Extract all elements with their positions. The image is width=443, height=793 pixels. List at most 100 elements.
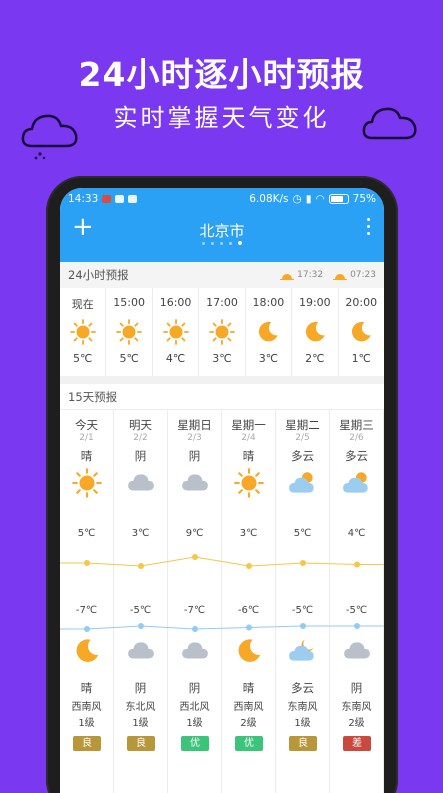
daily-wind: 东北风: [125, 702, 156, 713]
daily-low-label: -7℃: [183, 605, 206, 616]
hourly-item: 16:00 4℃: [153, 288, 200, 376]
wechat-icon-2: [128, 195, 138, 203]
sun-icon: [71, 468, 102, 498]
daily-condition: 阴: [188, 449, 201, 463]
daily-wind: 西南风: [71, 702, 102, 713]
sunset-icon: [333, 274, 348, 280]
status-time: 14:33: [68, 193, 99, 205]
hourly-item: 20:00 1℃: [339, 288, 384, 376]
moon-icon: [352, 321, 371, 342]
page-indicator: [60, 241, 384, 245]
daily-wind: 西南风: [233, 702, 264, 713]
wechat-icon: [115, 195, 125, 203]
sunrise-time: 17:32: [297, 270, 324, 280]
daily-high-label: 5℃: [77, 528, 96, 539]
daily-low-label: -7℃: [75, 605, 98, 616]
daily-date: 2/2: [133, 433, 148, 443]
daily-wind: 东南风: [341, 702, 372, 713]
moon-icon: [305, 321, 325, 342]
daily-item: 星期三 2/6 多云 4℃ -5℃ 阴 东南风 2级 差: [330, 410, 384, 793]
aqi-badge: 优: [181, 736, 209, 751]
daily-night-condition: 阴: [350, 681, 363, 695]
daily-low-label: -5℃: [129, 605, 152, 616]
promo-headline: 24小时逐小时预报: [78, 55, 365, 94]
daily-day: 星期三: [339, 418, 374, 432]
daily-wind-level: 1级: [294, 718, 311, 729]
hourly-forecast[interactable]: 现在 5℃ 15:00 5℃ 16:00 4℃ 17:00 3℃ 18:00 3℃ 19:…: [60, 288, 384, 384]
daily-day: 星期日: [177, 418, 212, 432]
sun-icon: [116, 319, 142, 345]
daily-item: 今天 2/1 晴 5℃ -7℃ 晴 西南风 1级 良: [60, 410, 114, 793]
hourly-item: 15:00 5℃: [106, 288, 153, 376]
daily-date: 2/3: [187, 433, 202, 443]
daily-item: 星期日 2/3 阴 9℃ -7℃ 阴 西北风 1级 优: [168, 410, 222, 793]
daily-low-label: -6℃: [237, 605, 260, 616]
daily-condition: 晴: [242, 449, 255, 463]
daily-date: 2/4: [241, 433, 256, 443]
daily-wind-level: 2级: [240, 718, 257, 729]
sunset-time: 07:23: [350, 270, 376, 280]
app-bar: + 北京市: [60, 210, 384, 262]
city-title[interactable]: 北京市: [60, 220, 384, 241]
moon-icon: [259, 321, 279, 342]
daily-wind-level: 1级: [132, 718, 149, 729]
app-screen: 14:33 6.08K/s ◷ ▮ ◠ 75% + 北京市 24小时预报 17:…: [60, 188, 384, 793]
daily-high-label: 9℃: [185, 528, 204, 539]
aqi-badge: 差: [343, 736, 371, 751]
cloud-icon: [127, 642, 154, 659]
hourly-item: 19:00 2℃: [292, 288, 339, 376]
signal-icon: ▮: [305, 193, 312, 205]
daily-date: 2/5: [295, 433, 310, 443]
daily-wind: 西北风: [179, 702, 210, 713]
daily-item: 星期一 2/4 晴 3℃ -6℃ 晴 西南风 2级 优: [222, 410, 276, 793]
wifi-icon: ◠: [315, 193, 325, 205]
daily-forecast[interactable]: 今天 2/1 晴 5℃ -7℃ 晴 西南风 1级 良 明天 2/2 阴 3℃ -…: [60, 410, 384, 793]
daily-night-condition: 晴: [242, 681, 255, 695]
more-menu-button[interactable]: [362, 218, 374, 236]
daily-wind-level: 2级: [348, 718, 365, 729]
daily-night-condition: 晴: [80, 681, 93, 695]
daily-night-condition: 多云: [291, 681, 314, 695]
daily-high-label: 3℃: [131, 528, 150, 539]
hourly-temp: 3℃: [212, 352, 232, 365]
cloud-icon: [181, 474, 208, 491]
daily-date: 2/6: [349, 433, 364, 443]
cloud-icon: [343, 642, 370, 659]
daily-wind: 东南风: [287, 702, 318, 713]
partly-cloudy-icon: [342, 472, 368, 493]
battery-icon: [328, 194, 349, 204]
partly-cloudy-night-icon: [288, 639, 314, 661]
daily-condition: 晴: [80, 449, 93, 463]
cloud-icon: [181, 642, 208, 659]
sun-icon: [233, 468, 264, 498]
hourly-time: 18:00: [252, 296, 285, 309]
sun-icon: [69, 319, 96, 345]
hourly-time: 15:00: [113, 296, 145, 309]
alarm-icon: ◷: [292, 193, 302, 205]
daily-date: 2/1: [79, 433, 94, 443]
daily-condition: 多云: [345, 449, 368, 463]
daily-low-label: -5℃: [291, 605, 314, 616]
daily-item: 星期二 2/5 多云 5℃ -5℃ 多云 东南风 1级 良: [276, 410, 330, 793]
hourly-time: 16:00: [159, 296, 192, 309]
moon-icon: [238, 639, 260, 662]
daily-high-label: 5℃: [293, 528, 312, 539]
hourly-header: 24小时预报 17:32 07:23: [60, 262, 384, 288]
partly-cloudy-icon: [288, 472, 314, 493]
daily-day: 星期二: [285, 418, 320, 432]
daily-condition: 多云: [291, 449, 314, 463]
hourly-time: 20:00: [345, 296, 378, 309]
hourly-item: 18:00 3℃: [246, 288, 293, 376]
daily-low-label: -5℃: [345, 605, 368, 616]
daily-condition: 阴: [134, 449, 147, 463]
daily-header: 15天预报: [60, 384, 384, 410]
decorative-cloud-right-icon: [362, 107, 417, 140]
hourly-item: 17:00 3℃: [199, 288, 246, 376]
moon-icon: [76, 639, 98, 662]
top-bar: 14:33 6.08K/s ◷ ▮ ◠ 75% + 北京市: [60, 188, 384, 262]
hourly-time: 17:00: [206, 296, 238, 309]
daily-day: 星期一: [231, 418, 266, 432]
daily-night-condition: 阴: [188, 681, 201, 695]
hourly-temp: 1℃: [351, 352, 371, 365]
hourly-temp: 4℃: [165, 352, 186, 365]
